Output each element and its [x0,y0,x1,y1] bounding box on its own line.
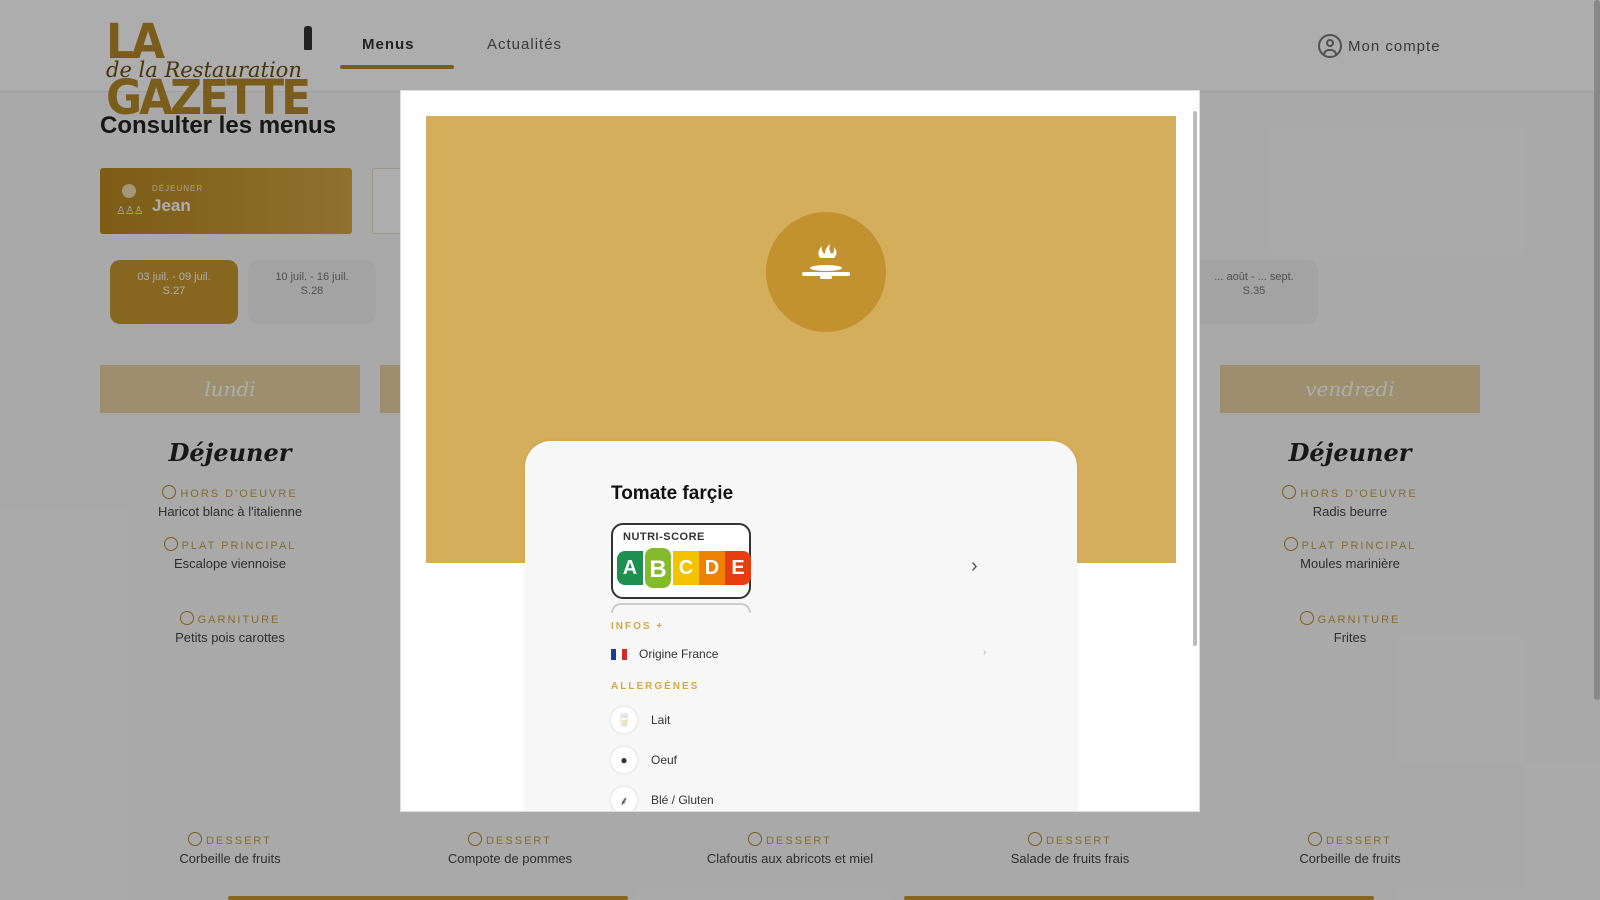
allergen-item: 🥛 Lait [611,707,670,733]
chevron-right-icon[interactable]: › [983,647,986,658]
allergen-label: Lait [651,713,671,727]
allergen-label: Oeuf [651,753,678,767]
page-scrollbar[interactable] [1594,0,1600,700]
info-section-label: INFOS + [611,621,665,632]
chevron-right-icon[interactable]: › [971,555,978,578]
allergen-item: ⸙ Blé / Gluten [611,787,714,811]
nutriscore-badge[interactable]: NUTRI-SCORE A B C D E [611,523,751,599]
dish-title: Tomate farçie [611,483,734,504]
wheat-icon: ⸙ [611,787,637,811]
origin-text: Origine France [639,647,719,661]
allergens-section-label: ALLERGÈNES [611,681,700,692]
dish-placeholder-logo [766,212,886,332]
origin-row[interactable]: Origine France [611,647,718,661]
next-badge-peek [611,603,751,613]
modal-scrollbar[interactable] [1193,111,1197,646]
nutriscore-letter: D [699,551,725,585]
nutriscore-letter: A [617,551,643,585]
france-flag-icon [611,648,627,660]
nutriscore-letter: C [673,551,699,585]
nutriscore-letter-selected: B [643,546,673,590]
nutriscore-letter: E [725,551,751,585]
nutriscore-label: NUTRI-SCORE [623,531,705,543]
milk-icon: 🥛 [611,707,637,733]
hot-dish-icon [802,244,850,279]
dish-detail-modal: Tomate farçie NUTRI-SCORE A B C D E › IN… [400,90,1200,812]
egg-icon: ● [611,747,637,773]
allergen-item: ● Oeuf [611,747,677,773]
allergen-label: Blé / Gluten [651,793,714,807]
dish-info-card: Tomate farçie NUTRI-SCORE A B C D E › IN… [525,441,1077,811]
nutriscore-scale: A B C D E [617,546,751,590]
